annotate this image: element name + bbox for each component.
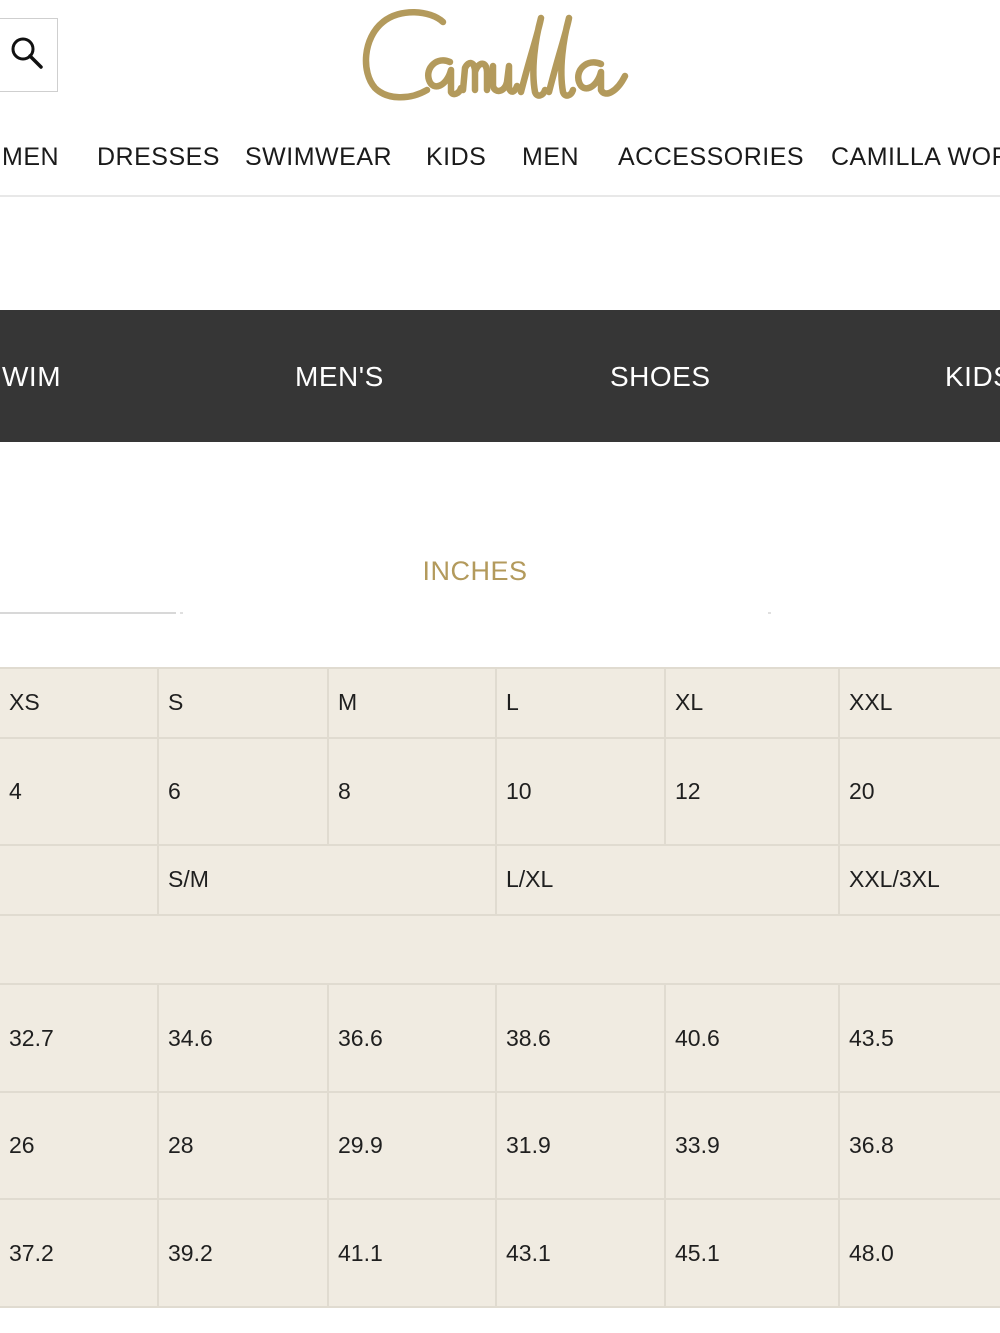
table-cell: 28 xyxy=(157,1090,329,1201)
table-cell: 43.5 xyxy=(838,983,1000,1093)
table-cell: 43.1 xyxy=(495,1198,666,1308)
nav-item-swimwear[interactable]: SWIMWEAR xyxy=(245,142,392,172)
top-nav: MEN DRESSES SWIMWEAR KIDS MEN ACCESSORIE… xyxy=(0,132,1000,182)
table-cell: S/M xyxy=(157,844,497,916)
table-row: 4 6 8 10 12 20 xyxy=(0,736,1000,847)
table-row xyxy=(0,913,1000,986)
table-cell: 10 xyxy=(495,736,666,847)
table-cell: 40.6 xyxy=(664,983,840,1093)
nav-item-dresses[interactable]: DRESSES xyxy=(97,142,220,172)
size-chart-table: XS S M L XL XXL 4 6 8 10 12 20 S/M L/XL … xyxy=(0,667,1000,1308)
search-icon xyxy=(7,33,47,78)
size-header-cell: XS xyxy=(0,667,159,739)
table-cell: XXL/3XL xyxy=(838,844,1000,916)
table-cell: L/XL xyxy=(495,844,840,916)
size-header-cell: L xyxy=(495,667,666,739)
table-cell: 37.2 xyxy=(0,1198,159,1308)
table-row: XS S M L XL XXL xyxy=(0,667,1000,739)
table-cell: 34.6 xyxy=(157,983,329,1093)
unit-tab-inches[interactable]: INCHES xyxy=(0,556,950,587)
table-cell: 29.9 xyxy=(327,1090,497,1201)
category-tab-kids[interactable]: KIDS xyxy=(945,360,1000,394)
nav-divider xyxy=(0,195,1000,197)
nav-item-camilla-world[interactable]: CAMILLA WOR xyxy=(831,142,1000,172)
table-cell: 38.6 xyxy=(495,983,666,1093)
table-cell: 8 xyxy=(327,736,497,847)
table-cell xyxy=(0,844,159,916)
size-header-cell: XXL xyxy=(838,667,1000,739)
size-header-cell: S xyxy=(157,667,329,739)
table-cell: 4 xyxy=(0,736,159,847)
size-header-cell: XL xyxy=(664,667,840,739)
unit-tab-divider xyxy=(180,612,183,614)
table-cell: 36.6 xyxy=(327,983,497,1093)
size-header-cell: M xyxy=(327,667,497,739)
table-cell: 39.2 xyxy=(157,1198,329,1308)
table-cell: 45.1 xyxy=(664,1198,840,1308)
table-cell: 31.9 xyxy=(495,1090,666,1201)
table-cell: 33.9 xyxy=(664,1090,840,1201)
table-row: 32.7 34.6 36.6 38.6 40.6 43.5 xyxy=(0,983,1000,1093)
table-cell: 36.8 xyxy=(838,1090,1000,1201)
table-cell: 48.0 xyxy=(838,1198,1000,1308)
camilla-logo[interactable] xyxy=(355,0,645,115)
size-guide-category-bar: WIM MEN'S SHOES KIDS xyxy=(0,310,1000,442)
unit-tab-divider xyxy=(768,612,771,614)
table-cell: 12 xyxy=(664,736,840,847)
category-tab-mens[interactable]: MEN'S xyxy=(295,360,384,394)
category-tab-swim[interactable]: WIM xyxy=(2,360,61,394)
table-cell: 32.7 xyxy=(0,983,159,1093)
table-cell: 20 xyxy=(838,736,1000,847)
table-row: 37.2 39.2 41.1 43.1 45.1 48.0 xyxy=(0,1198,1000,1308)
search-button[interactable] xyxy=(0,18,58,92)
nav-item-men-2[interactable]: MEN xyxy=(522,142,579,172)
unit-tab-underline xyxy=(0,612,176,614)
table-cell: 6 xyxy=(157,736,329,847)
category-tab-shoes[interactable]: SHOES xyxy=(610,360,711,394)
nav-item-men[interactable]: MEN xyxy=(2,142,59,172)
nav-item-kids[interactable]: KIDS xyxy=(426,142,486,172)
logo-wordmark xyxy=(362,9,629,101)
nav-item-accessories[interactable]: ACCESSORIES xyxy=(618,142,804,172)
table-row: 26 28 29.9 31.9 33.9 36.8 xyxy=(0,1090,1000,1201)
table-row: S/M L/XL XXL/3XL xyxy=(0,844,1000,916)
table-spacer-cell xyxy=(0,913,1000,986)
table-cell: 26 xyxy=(0,1090,159,1201)
table-cell: 41.1 xyxy=(327,1198,497,1308)
